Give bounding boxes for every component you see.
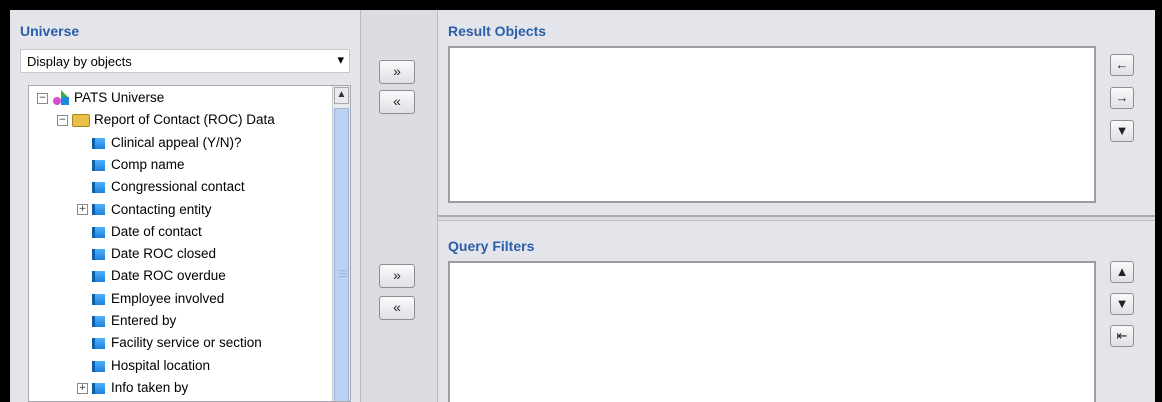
remove-query-filter-button[interactable]: «: [379, 296, 415, 320]
object-icon: [92, 382, 105, 394]
indent-icon[interactable]: ⇤: [1110, 325, 1134, 347]
move-right-icon[interactable]: →: [1110, 87, 1134, 109]
query-filters-title: Query Filters: [448, 238, 535, 254]
expand-icon[interactable]: +: [77, 204, 88, 216]
result-objects-title: Result Objects: [448, 23, 547, 39]
tree-item[interactable]: Hospital location: [77, 356, 210, 376]
query-panel: Universe Display by objects ▾ − PATS Univ…: [10, 10, 1155, 402]
tree-item[interactable]: Date ROC overdue: [77, 266, 226, 286]
expand-icon[interactable]: +: [77, 382, 88, 394]
filter-icon[interactable]: ▼: [1110, 120, 1134, 142]
object-icon: [92, 204, 105, 216]
result-objects-panel: Result Objects ← → ▼: [438, 10, 1155, 217]
object-icon: [92, 137, 105, 149]
tree-item[interactable]: Employee involved: [77, 289, 224, 309]
tree-item-label: Date ROC closed: [111, 246, 217, 262]
tree-item[interactable]: Date ROC closed: [77, 244, 216, 264]
folder-icon: [72, 114, 90, 128]
add-query-filter-button[interactable]: »: [379, 264, 415, 288]
tree-item-label: Entered by: [111, 313, 177, 328]
object-icon: [92, 338, 105, 350]
object-icon: [92, 226, 105, 238]
add-result-object-button[interactable]: »: [379, 60, 415, 84]
tree-scrollbar[interactable]: ▲ — — —: [332, 86, 350, 401]
tree-item[interactable]: − PATS Universe: [37, 88, 164, 108]
tree-item-label: Info taken by: [111, 379, 189, 395]
tree-item[interactable]: Clinical appeal (Y/N)?: [77, 133, 242, 153]
scroll-up-icon[interactable]: ▲: [334, 87, 349, 104]
tree-item-label: Comp name: [111, 156, 185, 172]
object-icon: [92, 315, 105, 327]
collapse-icon[interactable]: −: [37, 92, 48, 104]
tree-item[interactable]: Date of contact: [77, 222, 202, 242]
object-icon: [92, 182, 105, 194]
tree-item[interactable]: + Info taken by: [77, 378, 188, 398]
object-icon: [92, 293, 105, 305]
move-left-icon[interactable]: ←: [1110, 54, 1134, 76]
tree-item-label: Facility service or section: [111, 335, 262, 351]
tree-item-label: Congressional contact: [111, 179, 245, 195]
tree-item-label: Clinical appeal (Y/N)?: [111, 134, 242, 150]
universe-panel: Universe Display by objects ▾ − PATS Univ…: [10, 10, 361, 402]
object-icon: [92, 360, 105, 372]
tree-item[interactable]: Congressional contact: [77, 177, 245, 197]
display-mode-dropdown[interactable]: Display by objects ▾: [20, 49, 350, 73]
object-icon: [92, 271, 105, 283]
tree-item[interactable]: Facility service or section: [77, 333, 262, 353]
tree-item[interactable]: + Contacting entity: [77, 200, 212, 220]
object-icon: [92, 159, 105, 171]
object-icon: [92, 249, 105, 261]
tree-item[interactable]: Comp name: [77, 155, 185, 175]
tree-item-label: Date ROC overdue: [111, 268, 226, 284]
scroll-thumb[interactable]: — — —: [334, 108, 349, 401]
universe-tree[interactable]: − PATS Universe − Report of Contact (ROC) D…: [28, 85, 351, 402]
result-objects-box[interactable]: [448, 46, 1096, 203]
move-up-icon[interactable]: ▲: [1110, 261, 1134, 283]
universe-title: Universe: [20, 23, 80, 39]
remove-result-object-button[interactable]: «: [379, 90, 415, 114]
tree-item-label: Contacting entity: [111, 201, 212, 217]
collapse-icon[interactable]: −: [57, 115, 68, 127]
query-filters-box[interactable]: [448, 261, 1096, 402]
transfer-panel: » « » «: [361, 10, 438, 402]
tree-item-label: Report of Contact (ROC) Data: [94, 112, 275, 128]
tree-item[interactable]: − Report of Contact (ROC) Data: [57, 110, 275, 130]
tree-item-label: Hospital location: [111, 357, 211, 373]
tree-item-label: Date of contact: [111, 223, 202, 239]
universe-icon: [52, 90, 74, 106]
display-mode-value: Display by objects: [27, 54, 132, 69]
tree-item-label: PATS Universe: [74, 90, 165, 105]
tree-item-label: Employee involved: [111, 290, 225, 306]
tree-item[interactable]: Entered by: [77, 311, 176, 331]
move-down-icon[interactable]: ▼: [1110, 293, 1134, 315]
query-filters-panel: Query Filters ▲ ▼ ⇤: [438, 220, 1155, 402]
chevron-down-icon[interactable]: ▾: [337, 52, 344, 68]
